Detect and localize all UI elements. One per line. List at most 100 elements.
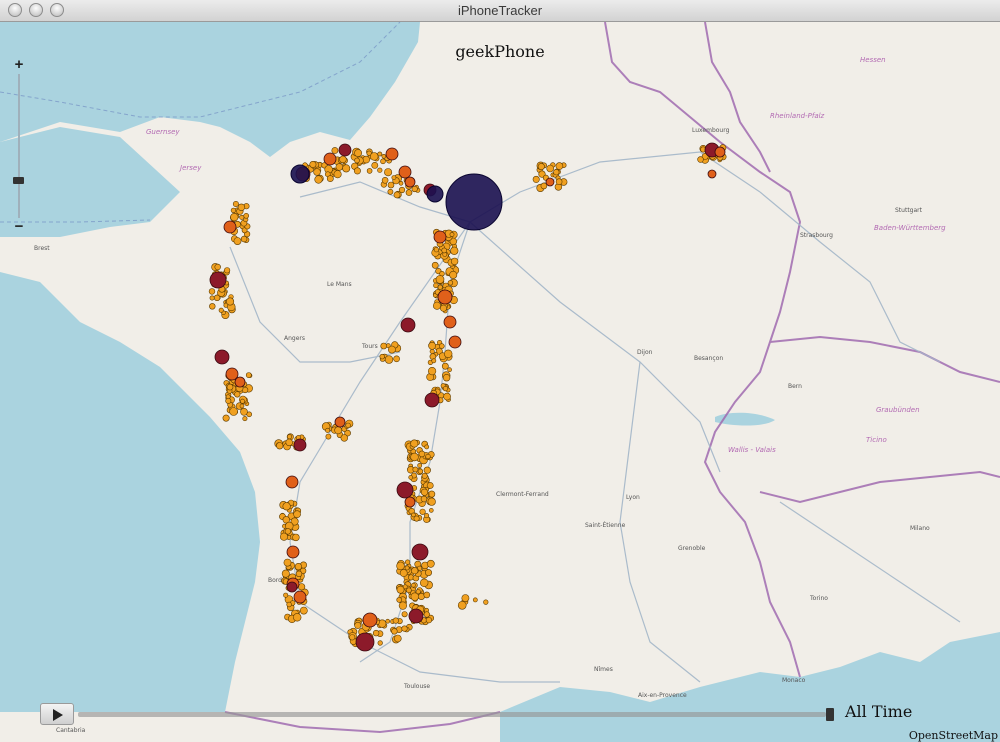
location-marker-small [326,175,334,182]
location-marker-small [433,282,439,289]
location-marker-large [385,147,399,161]
location-marker-small [366,168,373,174]
location-marker-small [450,246,459,255]
svg-text:Toulouse: Toulouse [403,683,430,690]
timeline-slider-track[interactable] [78,712,826,717]
location-marker-small [372,629,380,637]
location-marker-small [393,355,400,363]
svg-text:Baden-Württemberg: Baden-Württemberg [874,224,946,232]
location-marker-small [405,559,411,565]
location-marker-large [286,581,298,593]
location-marker-small [240,407,248,416]
location-marker-small [449,232,455,237]
location-marker-large [286,545,300,559]
location-marker-small [209,295,215,301]
location-marker-small [419,508,426,515]
location-marker-small [392,617,399,624]
location-marker-small [342,164,351,173]
location-marker-small [377,640,383,646]
location-marker-large [293,590,307,604]
location-marker-large [433,230,447,244]
zoom-out-button[interactable]: − [12,219,26,234]
location-marker-small [218,307,224,313]
location-marker-small [423,466,431,474]
location-marker-small [406,587,412,594]
location-marker-small [292,533,300,542]
location-marker-small [435,275,445,284]
title-bar[interactable]: iPhoneTracker [0,0,1000,22]
location-marker-small [286,434,292,440]
location-marker-small [426,559,435,568]
location-marker-small [294,562,303,571]
location-marker-small [387,345,396,354]
location-markers [208,142,727,652]
zoom-in-button[interactable]: + [12,57,26,72]
svg-text:Bern: Bern [788,383,802,390]
location-marker-small [410,452,419,462]
location-marker-large [545,177,555,187]
location-marker-small [553,169,560,176]
location-marker-small [245,372,252,378]
zoom-slider-track[interactable] [18,74,20,218]
location-marker-large [707,169,717,179]
location-marker-small [377,151,383,157]
location-marker-small [299,606,308,615]
location-marker-small [441,247,448,254]
location-marker-huge [445,173,503,231]
location-marker-small [283,558,292,567]
location-marker-small [425,617,433,624]
location-marker-small [444,349,453,358]
location-marker-small [420,578,429,587]
location-marker-small [432,301,441,310]
location-marker-small [428,490,436,498]
location-marker-small [424,513,430,519]
location-marker-small [229,407,238,416]
svg-text:Nîmes: Nîmes [594,666,613,673]
location-marker-small [335,163,343,171]
location-marker-small [242,416,248,422]
svg-text:Torino: Torino [809,595,828,602]
window-title: iPhoneTracker [457,3,543,18]
location-marker-small [224,267,231,274]
location-marker-small [339,155,347,164]
zoom-slider-handle[interactable] [13,177,24,184]
location-marker-small [309,161,317,169]
location-marker-small [423,591,431,599]
location-marker-small [413,515,420,522]
svg-text:Tours: Tours [361,343,378,350]
location-marker-small [387,188,394,195]
location-marker-small [447,280,454,286]
location-marker-huge [426,185,444,203]
location-marker-large [338,143,352,157]
location-marker-small [209,303,216,310]
location-marker-small [354,157,360,164]
location-marker-small [408,475,414,480]
map-canvas[interactable]: Luxembourg Bern Monaco Brest Bordeaux Le… [0,22,1000,742]
location-marker-small [222,414,230,422]
location-marker-small [483,599,489,605]
location-marker-huge [290,164,310,184]
play-icon [53,709,63,721]
location-marker-small [283,592,289,598]
map-view[interactable]: Luxembourg Bern Monaco Brest Bordeaux Le… [0,22,1000,742]
location-marker-small [354,621,362,629]
location-marker-small [555,162,564,170]
location-marker-small [472,597,478,603]
svg-text:Saint-Étienne: Saint-Étienne [585,521,626,529]
svg-text:Luxembourg: Luxembourg [692,127,730,134]
location-marker-small [371,161,379,169]
location-marker-large [334,416,346,428]
location-marker-large [223,220,237,234]
location-marker-small [378,619,387,628]
play-button[interactable] [40,703,74,725]
location-marker-small [214,263,221,271]
svg-text:Strasbourg: Strasbourg [800,232,833,239]
timeline-slider-handle[interactable] [826,708,834,721]
svg-text:Brest: Brest [34,245,50,252]
location-marker-small [387,181,395,189]
location-marker-small [239,403,245,409]
location-marker-small [340,434,348,442]
location-marker-small [239,214,245,220]
svg-text:Grenoble: Grenoble [678,545,706,552]
location-marker-small [412,466,419,473]
